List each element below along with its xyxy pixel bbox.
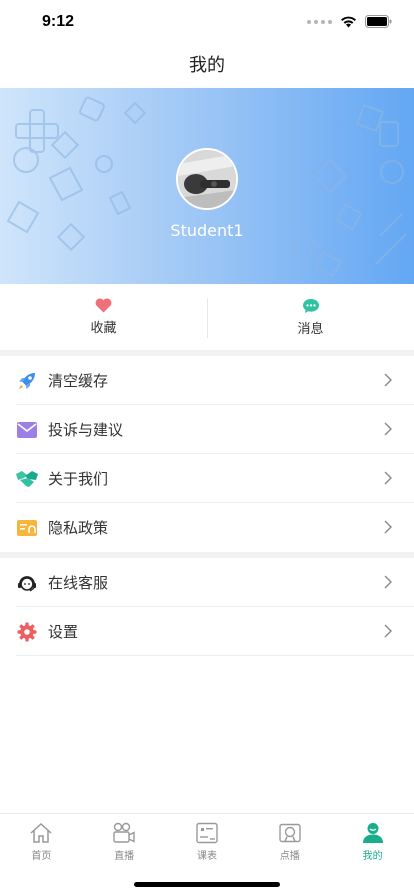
tab-label-schedule: 课表 [196,851,217,862]
row-separator [16,655,414,656]
wifi-icon [341,16,356,27]
envelope-icon [16,419,38,441]
tab-schedule[interactable]: 课表 [166,814,249,864]
menu-item-settings[interactable]: 设置 [0,607,414,656]
tab-on-demand[interactable]: 点播 [248,814,331,864]
video-camera-icon [113,822,135,843]
menu-group-2: 在线客服 设置 [0,558,414,656]
chevron-right-icon [384,624,392,638]
home-indicator [134,882,280,887]
messages-label: 消息 [297,321,324,337]
status-bar: 9:12 [0,0,414,44]
heart-icon [95,298,112,313]
handshake-icon [16,468,38,490]
quick-actions-divider [207,298,208,338]
tab-label-live: 直播 [114,851,135,862]
avatar[interactable] [176,148,238,210]
menu-label-feedback: 投诉与建议 [48,421,124,439]
rocket-icon [16,370,38,392]
tab-label-home: 首页 [31,851,52,862]
menu-item-about-us[interactable]: 关于我们 [0,454,414,503]
tab-live[interactable]: 直播 [83,814,166,864]
battery-icon [365,15,392,28]
schedule-icon [196,822,218,844]
cellular-signal-icon [307,19,332,24]
quick-actions: 收藏 消息 [0,284,414,350]
on-demand-icon [279,823,301,843]
chevron-right-icon [384,422,392,436]
username: Student1 [170,221,244,240]
menu-label-about-us: 关于我们 [48,470,109,488]
status-indicators [307,15,392,28]
menu-label-settings: 设置 [48,623,79,641]
menu-label-online-support: 在线客服 [48,574,109,592]
tab-home[interactable]: 首页 [0,814,83,864]
tab-label-profile: 我的 [362,851,383,862]
menu-item-feedback[interactable]: 投诉与建议 [0,405,414,454]
gear-icon [16,621,38,643]
tab-label-on-demand: 点播 [279,851,300,862]
tab-profile[interactable]: 我的 [331,814,414,864]
page-title: 我的 [189,55,225,76]
favorites-button[interactable]: 收藏 [0,284,207,350]
profile-banner: Student1 [0,88,414,284]
menu-item-clear-cache[interactable]: 清空缓存 [0,356,414,405]
menu-group-1: 清空缓存 投诉与建议 关于我们 隐私政策 [0,356,414,552]
favorites-label: 收藏 [90,321,117,336]
home-icon [30,822,52,843]
headset-icon [16,572,38,594]
avatar-photo [178,150,236,208]
chevron-right-icon [384,471,392,485]
nav-bar: 我的 [0,44,414,88]
user-icon [362,823,383,843]
messages-button[interactable]: 消息 [207,284,414,350]
chevron-right-icon [384,520,392,534]
document-icon [16,517,38,539]
status-time: 9:12 [42,13,75,30]
menu-label-clear-cache: 清空缓存 [48,372,109,390]
menu-item-privacy-policy[interactable]: 隐私政策 [0,503,414,552]
menu-label-privacy-policy: 隐私政策 [48,519,109,537]
chevron-right-icon [384,575,392,589]
chat-bubble-icon [302,298,319,313]
chevron-right-icon [384,373,392,387]
menu-item-online-support[interactable]: 在线客服 [0,558,414,607]
